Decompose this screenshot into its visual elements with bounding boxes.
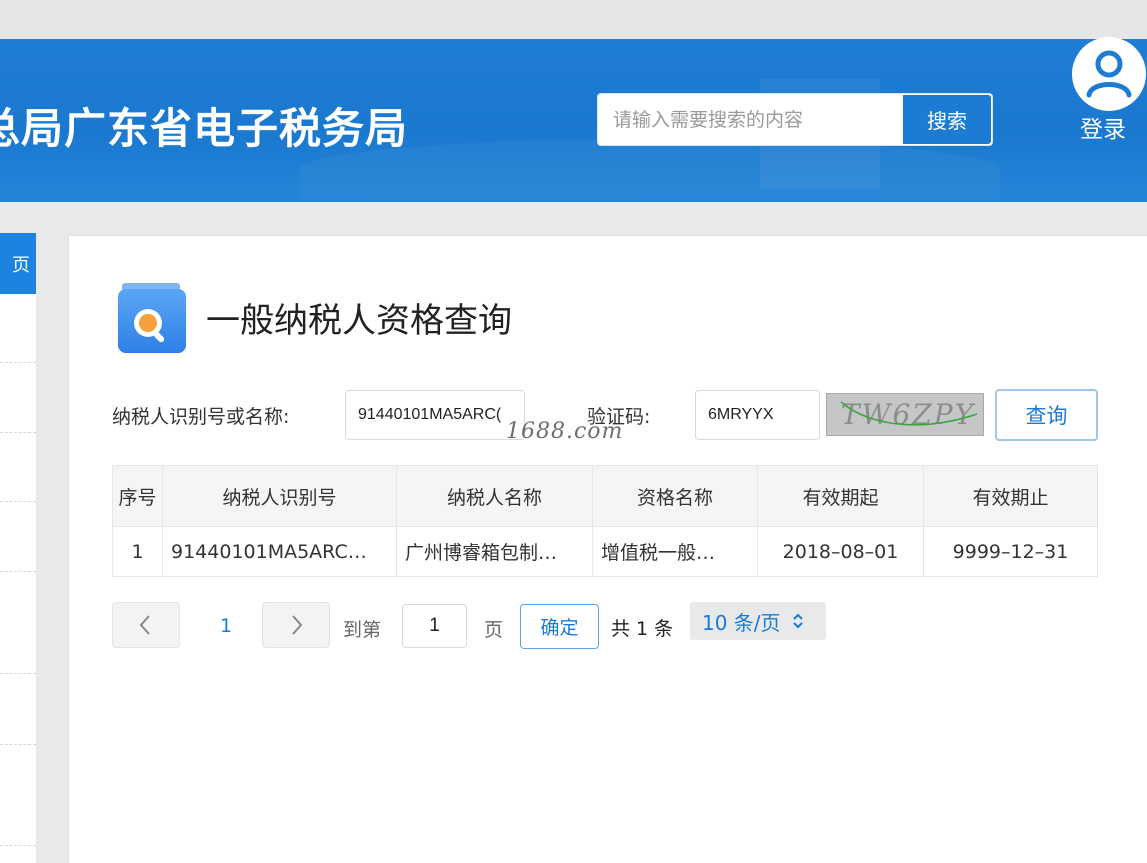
goto-confirm-button[interactable]: 确定 xyxy=(520,604,599,649)
goto-label: 到第 xyxy=(343,619,382,641)
updown-chevron-icon xyxy=(792,613,803,629)
sidebar-divider xyxy=(0,673,36,674)
captcha-image[interactable]: TW6ZPY xyxy=(826,393,984,436)
result-table: 序号 纳税人识别号 纳税人名称 资格名称 有效期起 有效期止 1 9144010… xyxy=(112,465,1098,577)
prev-page-button[interactable] xyxy=(112,602,180,648)
search-document-icon xyxy=(118,283,186,353)
sidebar-divider xyxy=(0,744,36,745)
page-unit-label: 页 xyxy=(484,619,504,641)
sidebar-item-active[interactable]: 页 xyxy=(0,233,36,294)
query-button[interactable]: 查询 xyxy=(995,389,1098,441)
site-title: 总局广东省电子税务局 xyxy=(0,104,409,153)
search-input[interactable] xyxy=(598,94,901,145)
sidebar-divider xyxy=(0,362,36,363)
table-cell: 9999–12–31 xyxy=(924,526,1097,576)
site-header: 总局广东省电子税务局 搜索 xyxy=(0,39,1147,202)
search-box: 搜索 xyxy=(597,93,993,146)
table-row[interactable]: 1 91440101MA5ARC… 广州博睿箱包制… 增值税一般… 2018–0… xyxy=(113,526,1097,576)
watermark: 1688.com xyxy=(506,419,624,444)
table-cell: 1 xyxy=(113,526,163,576)
chevron-left-icon xyxy=(139,615,150,635)
chevron-right-icon xyxy=(292,615,303,635)
column-header: 资格名称 xyxy=(593,466,758,526)
column-header: 纳税人名称 xyxy=(397,466,593,526)
table-cell: 增值税一般… xyxy=(593,526,758,576)
column-header: 有效期起 xyxy=(758,466,924,526)
sidebar: 页 xyxy=(0,233,36,863)
search-button[interactable]: 搜索 xyxy=(902,94,992,145)
next-page-button[interactable] xyxy=(262,602,330,648)
sidebar-divider xyxy=(0,501,36,502)
column-header: 有效期止 xyxy=(924,466,1097,526)
total-count: 共 1 条 xyxy=(611,618,674,640)
goto-page-input[interactable]: 1 xyxy=(402,604,467,648)
page-title: 一般纳税人资格查询 xyxy=(206,301,512,341)
user-avatar-icon[interactable] xyxy=(1072,37,1146,111)
page-size-select[interactable]: 10 条/页 xyxy=(690,602,826,640)
sidebar-divider xyxy=(0,845,36,846)
page-size-value: 10 条/页 xyxy=(702,610,781,635)
captcha-noise xyxy=(840,401,978,426)
login-link[interactable]: 登录 xyxy=(1080,110,1126,144)
browser-top-strip xyxy=(0,0,1147,39)
taxpayer-id-input[interactable]: 91440101MA5ARC( xyxy=(345,390,525,440)
current-page[interactable]: 1 xyxy=(220,615,232,637)
table-cell: 2018–08–01 xyxy=(758,526,924,576)
table-header-row: 序号 纳税人识别号 纳税人名称 资格名称 有效期起 有效期止 xyxy=(113,466,1097,526)
sidebar-divider xyxy=(0,432,36,433)
sidebar-divider xyxy=(0,571,36,572)
table-cell: 广州博睿箱包制… xyxy=(397,526,593,576)
captcha-input[interactable]: 6MRYYX xyxy=(695,390,820,440)
user-icon xyxy=(1086,50,1132,98)
column-header: 纳税人识别号 xyxy=(163,466,397,526)
table-cell: 91440101MA5ARC… xyxy=(163,526,397,576)
taxpayer-label: 纳税人识别号或名称: xyxy=(112,406,290,428)
column-header: 序号 xyxy=(113,466,163,526)
